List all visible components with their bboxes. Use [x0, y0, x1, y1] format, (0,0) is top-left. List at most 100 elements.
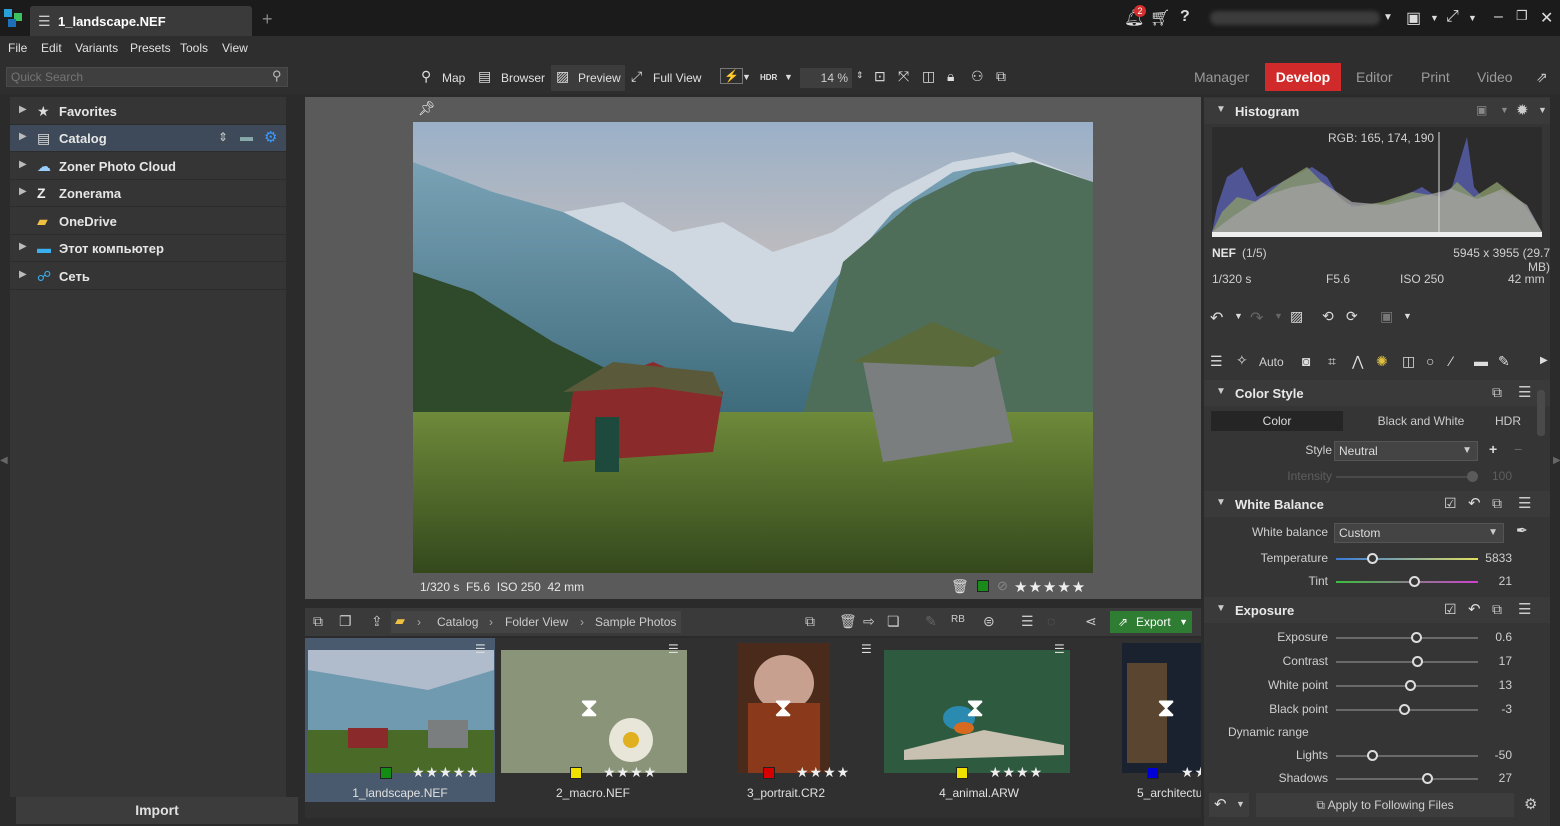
exposure-slider[interactable] [1336, 637, 1478, 639]
trash-icon[interactable]: 🗑︎ [951, 578, 969, 595]
eyedropper-icon[interactable]: ✒ [1516, 522, 1528, 539]
tab-develop[interactable]: Develop [1265, 63, 1341, 91]
reset-icon[interactable]: ↶ [1468, 494, 1481, 512]
chevron-down-icon[interactable]: ▼ [1468, 13, 1477, 23]
rotate-right-icon[interactable]: ⟳ [1346, 308, 1358, 325]
breadcrumb-sample-photos[interactable]: Sample Photos [595, 615, 676, 629]
tab-video[interactable]: Video [1477, 69, 1513, 85]
breadcrumb-catalog[interactable]: Catalog [437, 615, 478, 629]
import-button[interactable]: Import [16, 797, 298, 824]
panel-scrollbar[interactable] [1537, 390, 1545, 436]
browser-button[interactable]: Browser [501, 71, 545, 85]
map-button[interactable]: Map [442, 71, 465, 85]
search-icon[interactable]: ⚲ [272, 68, 282, 84]
nav-item-network[interactable]: ▶ ☍ Сеть [10, 263, 286, 290]
fullview-icon[interactable]: ⤢ [631, 68, 642, 85]
exposure-slider-knob[interactable] [1410, 632, 1422, 643]
menu-tools[interactable]: Tools [180, 41, 208, 55]
gear-icon[interactable]: ⚙ [264, 128, 277, 146]
rotate-left-icon[interactable]: ⟲ [1322, 308, 1334, 325]
tab-editor[interactable]: Editor [1356, 69, 1393, 85]
lights-slider-knob[interactable] [1366, 750, 1378, 761]
radial-icon[interactable]: ○ [1426, 353, 1434, 369]
contrast-slider-knob[interactable] [1411, 656, 1423, 667]
auto-button[interactable]: Auto [1259, 355, 1284, 369]
stack-icon[interactable]: ⧉ [805, 613, 815, 630]
document-tab[interactable]: ☰ 1_landscape.NEF [30, 6, 252, 36]
copy-settings-icon[interactable]: ⧉ [1492, 495, 1502, 512]
compare-icon[interactable]: ◫ [922, 68, 935, 85]
rename-icon[interactable]: RB [951, 614, 965, 625]
copy-to-icon[interactable]: ❏ [887, 613, 900, 630]
preview-photo[interactable] [413, 122, 1093, 573]
zoom-input[interactable]: 14 % [800, 68, 852, 88]
chevron-down-icon[interactable]: ▼ [1403, 311, 1412, 321]
image-icon[interactable]: ▨ [1290, 308, 1303, 325]
settings-sync-icon[interactable]: ⚙ [1524, 795, 1537, 813]
expand-arrow-icon[interactable]: ▶ [19, 104, 27, 115]
browser-icon[interactable]: ▤ [478, 68, 491, 85]
color-style-header[interactable]: ▼ Color Style ⧉ ☰ [1204, 380, 1550, 406]
crop-icon[interactable]: ⌗ [1328, 353, 1336, 370]
user-account[interactable] [1210, 11, 1380, 25]
expand-arrow-icon[interactable]: ▶ [19, 131, 27, 142]
collapse-arrow-icon[interactable]: ▼ [1216, 104, 1226, 115]
white-point-slider-knob[interactable] [1404, 680, 1416, 691]
sliders-icon[interactable]: ☰ [1021, 613, 1034, 630]
overlay-icon[interactable]: ⧉ [996, 68, 1006, 85]
undo-icon[interactable]: ↶ [1210, 308, 1223, 328]
collapse-left-icon[interactable]: ◀ [0, 455, 8, 466]
edit-icon[interactable]: ✎ [925, 613, 937, 630]
trash-icon[interactable]: 🗑︎ [839, 613, 857, 630]
histogram-header[interactable]: ▼ Histogram ▣ ▼ ✹ ▼ [1204, 98, 1550, 124]
rating-stars[interactable]: ★★★★★ [1014, 578, 1086, 596]
expand-arrow-icon[interactable]: ▶ [19, 241, 27, 252]
thumbnail-3[interactable]: ⧗ ☰ ★★★★ 3_portrait.CR2 [691, 638, 881, 802]
chevron-down-icon[interactable]: ▼ [784, 72, 793, 82]
temperature-slider[interactable] [1336, 558, 1478, 560]
copy-icon[interactable]: ❐ [339, 613, 352, 630]
copy-settings-icon[interactable]: ⧉ [1492, 384, 1502, 401]
stepper-icon[interactable]: ⇕ [856, 70, 864, 81]
tab-hdr[interactable]: HDR [1486, 411, 1530, 431]
menu-variants[interactable]: Variants [75, 41, 118, 55]
chevron-right-icon[interactable]: ▶ [1540, 355, 1548, 366]
chevron-down-icon[interactable]: ▼ [1179, 611, 1188, 633]
folder-up-icon[interactable]: ⇪ [371, 613, 383, 630]
add-folder-icon[interactable]: ▬ [240, 129, 253, 144]
tab-color[interactable]: Color [1211, 411, 1343, 431]
shadows-slider[interactable] [1336, 778, 1478, 780]
thumbnail-1[interactable]: ☰ ★★★★★ 1_landscape.NEF [305, 638, 495, 802]
save-icon[interactable]: ▣ [1380, 308, 1393, 325]
nav-item-zonerama[interactable]: ▶ Z Zonerama [10, 180, 286, 207]
share-icon[interactable]: ⋖ [1085, 613, 1097, 630]
quick-search-input[interactable] [6, 67, 288, 87]
thumbnail-5[interactable]: ⧗ ★★ 5_architecture.A [1077, 638, 1201, 802]
nav-item-computer[interactable]: ▶ ▬ Этот компьютер [10, 235, 286, 262]
checkbox-checked-icon[interactable]: ☑ [1444, 495, 1457, 512]
collapse-arrow-icon[interactable]: ▼ [1216, 497, 1226, 508]
chevron-down-icon[interactable]: ▼ [1274, 311, 1283, 321]
lights-slider[interactable] [1336, 755, 1478, 757]
image-icon[interactable]: ▨ [556, 68, 569, 85]
style-dropdown[interactable]: Neutral ▼ [1334, 441, 1478, 461]
collapse-arrow-icon[interactable]: ▼ [1216, 386, 1226, 397]
white-balance-dropdown[interactable]: Custom ▼ [1334, 523, 1504, 543]
help-icon[interactable]: ? [1180, 8, 1190, 26]
perspective-icon[interactable]: ⋀ [1352, 353, 1363, 370]
menu-edit[interactable]: Edit [41, 41, 62, 55]
chevron-down-icon[interactable]: ▼ [1500, 105, 1509, 115]
thumbnail-2[interactable]: ⧗ ☰ ★★★★ 2_macro.NEF [498, 638, 688, 802]
nav-item-favorites[interactable]: ▶ ★ Favorites [10, 98, 286, 125]
expand-arrow-icon[interactable]: ▶ [19, 159, 27, 170]
export-button[interactable]: ⇗ Export ▼ [1110, 611, 1192, 633]
contrast-slider[interactable] [1336, 661, 1478, 663]
brush-icon[interactable]: ⁄ [1450, 353, 1452, 369]
menu-view[interactable]: View [222, 41, 248, 55]
checkbox-checked-icon[interactable]: ☑ [1444, 601, 1457, 618]
person-icon[interactable]: ⚇ [971, 68, 984, 85]
fit-icon[interactable]: ⊡ [874, 68, 886, 85]
new-tab-icon[interactable]: + [262, 9, 273, 30]
menu-icon[interactable]: ☰ [1518, 494, 1531, 512]
chevron-down-icon[interactable]: ▼ [742, 72, 751, 82]
